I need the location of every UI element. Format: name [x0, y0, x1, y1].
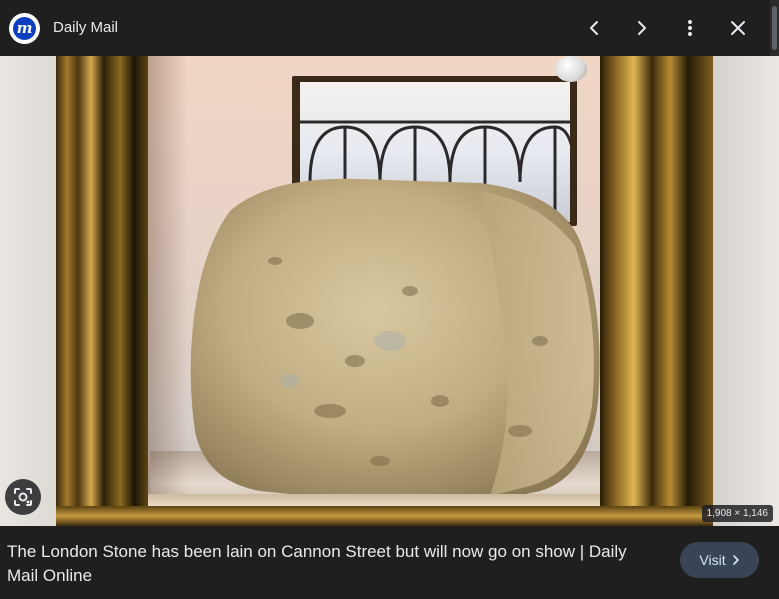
visit-label: Visit: [699, 552, 726, 568]
close-icon[interactable]: [723, 13, 753, 43]
lens-search-icon[interactable]: [5, 479, 41, 515]
london-stone: [190, 178, 600, 509]
brass-frame-bottom: [56, 506, 713, 526]
image-caption[interactable]: The London Stone has been lain on Cannon…: [7, 540, 662, 588]
brass-frame-right: [600, 56, 713, 526]
scrollbar-thumb[interactable]: [772, 6, 777, 50]
preview-image[interactable]: 1,908 × 1,146: [0, 56, 779, 526]
more-vert-icon[interactable]: [675, 13, 705, 43]
logo-letter: m: [13, 17, 36, 40]
wall-right: [713, 56, 779, 526]
image-dimensions-badge: 1,908 × 1,146: [701, 505, 773, 522]
scrollbar[interactable]: [770, 0, 779, 56]
source-name[interactable]: Daily Mail: [53, 19, 118, 36]
visit-button[interactable]: Visit: [680, 542, 759, 578]
viewer-header: m Daily Mail: [0, 0, 779, 56]
chevron-right-icon[interactable]: [627, 13, 657, 43]
daily-mail-logo-icon[interactable]: m: [9, 13, 40, 44]
light-bulb: [555, 56, 587, 82]
chevron-left-icon[interactable]: [579, 13, 609, 43]
brass-frame-left: [56, 56, 148, 526]
wall-left: [0, 56, 60, 526]
chevron-right-icon: [732, 555, 739, 565]
